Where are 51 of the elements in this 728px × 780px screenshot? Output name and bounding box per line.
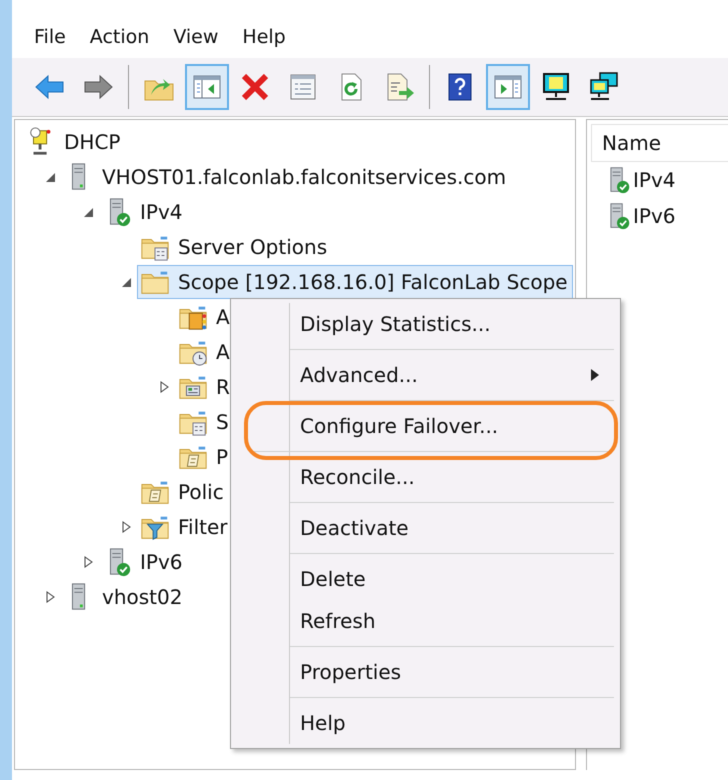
- monitors-icon: [588, 71, 620, 103]
- tree-item[interactable]: Scope [192.168.16.0] FalconLab Scope: [137, 264, 573, 298]
- tree-item[interactable]: R: [175, 370, 235, 404]
- tree-item[interactable]: P: [175, 440, 234, 474]
- column-header[interactable]: Name: [591, 124, 728, 162]
- menu-item[interactable]: File: [22, 26, 78, 58]
- tree-item-label: VHOST01.falconlab.falconitservices.com: [102, 164, 506, 188]
- close-icon: [239, 71, 271, 103]
- tree-item[interactable]: A: [175, 300, 235, 334]
- tree-item[interactable]: A: [175, 334, 235, 368]
- expand-toggle[interactable]: [120, 520, 132, 532]
- expand-toggle[interactable]: [44, 590, 56, 602]
- expand-toggle[interactable]: [82, 556, 94, 568]
- tree-item[interactable]: S: [175, 404, 234, 438]
- expand-toggle[interactable]: [158, 380, 170, 392]
- collapse-toggle[interactable]: [120, 276, 132, 288]
- monitor-icon: [540, 71, 572, 103]
- tree-item-label: Polic: [178, 480, 224, 504]
- tree-item[interactable]: IPv6: [99, 544, 188, 578]
- tree-item-label: IPv4: [140, 200, 183, 224]
- tree-item-label: Scope [192.168.16.0] FalconLab Scope: [178, 270, 568, 294]
- tree-item-label: vhost02: [102, 584, 182, 608]
- show-tree-button[interactable]: [185, 64, 229, 110]
- collapse-toggle[interactable]: [82, 206, 94, 218]
- tree-item-label: Server Options: [178, 234, 328, 258]
- menu-item[interactable]: Configure Failover...: [244, 401, 618, 460]
- tree-item[interactable]: Server Options: [137, 230, 332, 264]
- tree-item-label: DHCP: [64, 130, 120, 154]
- tree-item-label: P: [216, 444, 228, 468]
- tree-item[interactable]: DHCP: [23, 124, 126, 158]
- submenu-arrow-icon: [590, 368, 600, 382]
- tree-item-label: R: [216, 374, 230, 398]
- tree-item[interactable]: Polic: [137, 474, 229, 508]
- tree-item[interactable]: VHOST01.falconlab.falconitservices.com: [61, 160, 512, 194]
- menu-item[interactable]: Delete: [290, 558, 614, 600]
- list-item[interactable]: IPv6: [633, 204, 676, 228]
- tree-item-label: IPv6: [140, 550, 183, 574]
- tree-item-label: Filter: [178, 514, 228, 538]
- menu-item[interactable]: Help: [230, 26, 298, 58]
- tree-item[interactable]: IPv4: [99, 194, 188, 228]
- menu-item[interactable]: Action: [78, 26, 162, 58]
- menu-item[interactable]: View: [161, 26, 230, 58]
- list-item[interactable]: IPv4: [633, 168, 676, 192]
- tree-item[interactable]: Filter: [137, 510, 233, 544]
- tree-item-label: A: [216, 304, 230, 328]
- collapse-toggle[interactable]: [44, 170, 56, 182]
- tree-item-label: S: [216, 410, 229, 434]
- tree-item[interactable]: vhost02: [61, 580, 188, 614]
- action-pane-button[interactable]: [486, 64, 530, 110]
- menu-item[interactable]: Help: [290, 702, 614, 744]
- tree-item-label: A: [216, 340, 230, 364]
